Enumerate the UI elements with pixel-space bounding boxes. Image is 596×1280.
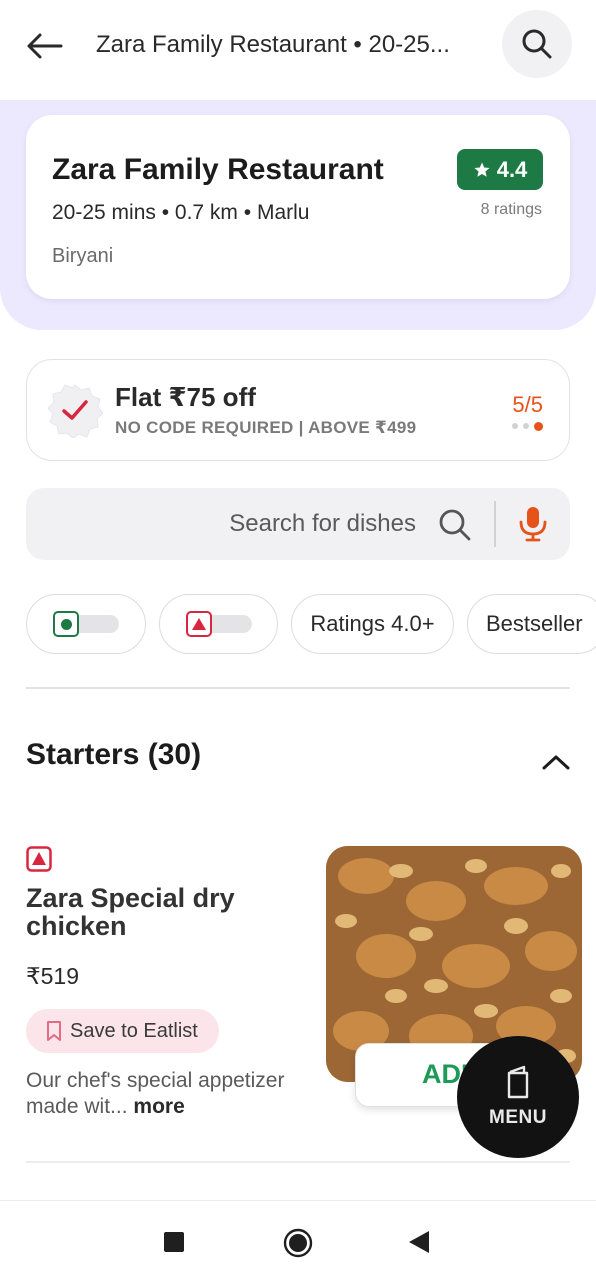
menu-book-icon — [507, 1065, 529, 1099]
chevron-up-icon — [542, 755, 570, 770]
pagination-dot-active — [534, 421, 543, 431]
bestseller-filter-chip[interactable]: Bestseller — [467, 594, 596, 654]
search-button[interactable] — [502, 10, 572, 78]
home-icon[interactable] — [283, 1228, 313, 1258]
offer-title: Flat ₹75 off — [115, 382, 256, 412]
item-divider — [26, 1161, 570, 1163]
menu-button[interactable]: MENU — [457, 1036, 579, 1158]
save-to-eatlist-button[interactable]: Save to Eatlist — [26, 1009, 219, 1053]
dish-search-bar — [26, 488, 570, 560]
mic-icon[interactable] — [518, 506, 548, 542]
dish-price: ₹519 — [26, 963, 80, 989]
dish-name[interactable]: Zara Special dry chicken — [26, 884, 296, 941]
pagination-dot — [512, 423, 518, 429]
nonveg-toggle[interactable] — [185, 611, 252, 637]
restaurant-cuisine: Biryani — [52, 245, 114, 267]
rating-count[interactable]: 8 ratings — [481, 201, 542, 219]
dish-description: Our chef's special appetizer made wit...… — [26, 1068, 316, 1119]
restaurant-meta: 20-25 mins • 0.7 km • Marlu — [52, 201, 310, 224]
restaurant-name: Zara Family Restaurant — [52, 153, 384, 186]
system-navigation-bar — [0, 1200, 596, 1280]
section-divider — [26, 687, 570, 689]
recents-icon[interactable] — [164, 1232, 184, 1252]
save-to-eatlist-label: Save to Eatlist — [70, 1019, 198, 1042]
search-icon[interactable] — [438, 508, 472, 542]
nonveg-filter-chip[interactable] — [159, 594, 278, 654]
back-button[interactable] — [22, 26, 66, 66]
offer-counter: 5/5 — [512, 392, 543, 417]
page-title: Zara Family Restaurant • 20-25... — [96, 31, 450, 58]
discount-badge-icon — [47, 384, 103, 438]
veg-filter-chip[interactable] — [26, 594, 146, 654]
collapse-section-button[interactable] — [538, 748, 574, 776]
offer-card[interactable]: Flat ₹75 off NO CODE REQUIRED | ABOVE ₹4… — [26, 359, 570, 461]
nonveg-icon — [26, 846, 52, 872]
rating-badge[interactable]: 4.4 — [457, 149, 543, 190]
more-link[interactable]: more — [133, 1095, 184, 1118]
search-icon — [522, 29, 552, 59]
rating-value: 4.4 — [496, 156, 528, 182]
dish-search-input[interactable] — [26, 488, 416, 560]
offer-pagination-dots — [512, 421, 543, 431]
section-title[interactable]: Starters (30) — [26, 738, 201, 772]
restaurant-info-card: Zara Family Restaurant 20-25 mins • 0.7 … — [26, 115, 570, 299]
offer-subtitle: NO CODE REQUIRED | ABOVE ₹499 — [115, 418, 417, 437]
search-divider — [494, 501, 496, 547]
pagination-dot — [523, 423, 529, 429]
menu-button-label: MENU — [489, 1107, 547, 1128]
nonveg-icon — [185, 611, 212, 637]
back-triangle-icon[interactable] — [408, 1230, 430, 1254]
veg-icon — [53, 611, 79, 637]
bookmark-icon — [47, 1021, 61, 1041]
veg-toggle[interactable] — [53, 611, 119, 637]
ratings-filter-chip[interactable]: Ratings 4.0+ — [291, 594, 454, 654]
star-icon — [474, 162, 490, 177]
arrow-left-icon — [27, 33, 63, 59]
top-bar: Zara Family Restaurant • 20-25... — [0, 0, 596, 100]
